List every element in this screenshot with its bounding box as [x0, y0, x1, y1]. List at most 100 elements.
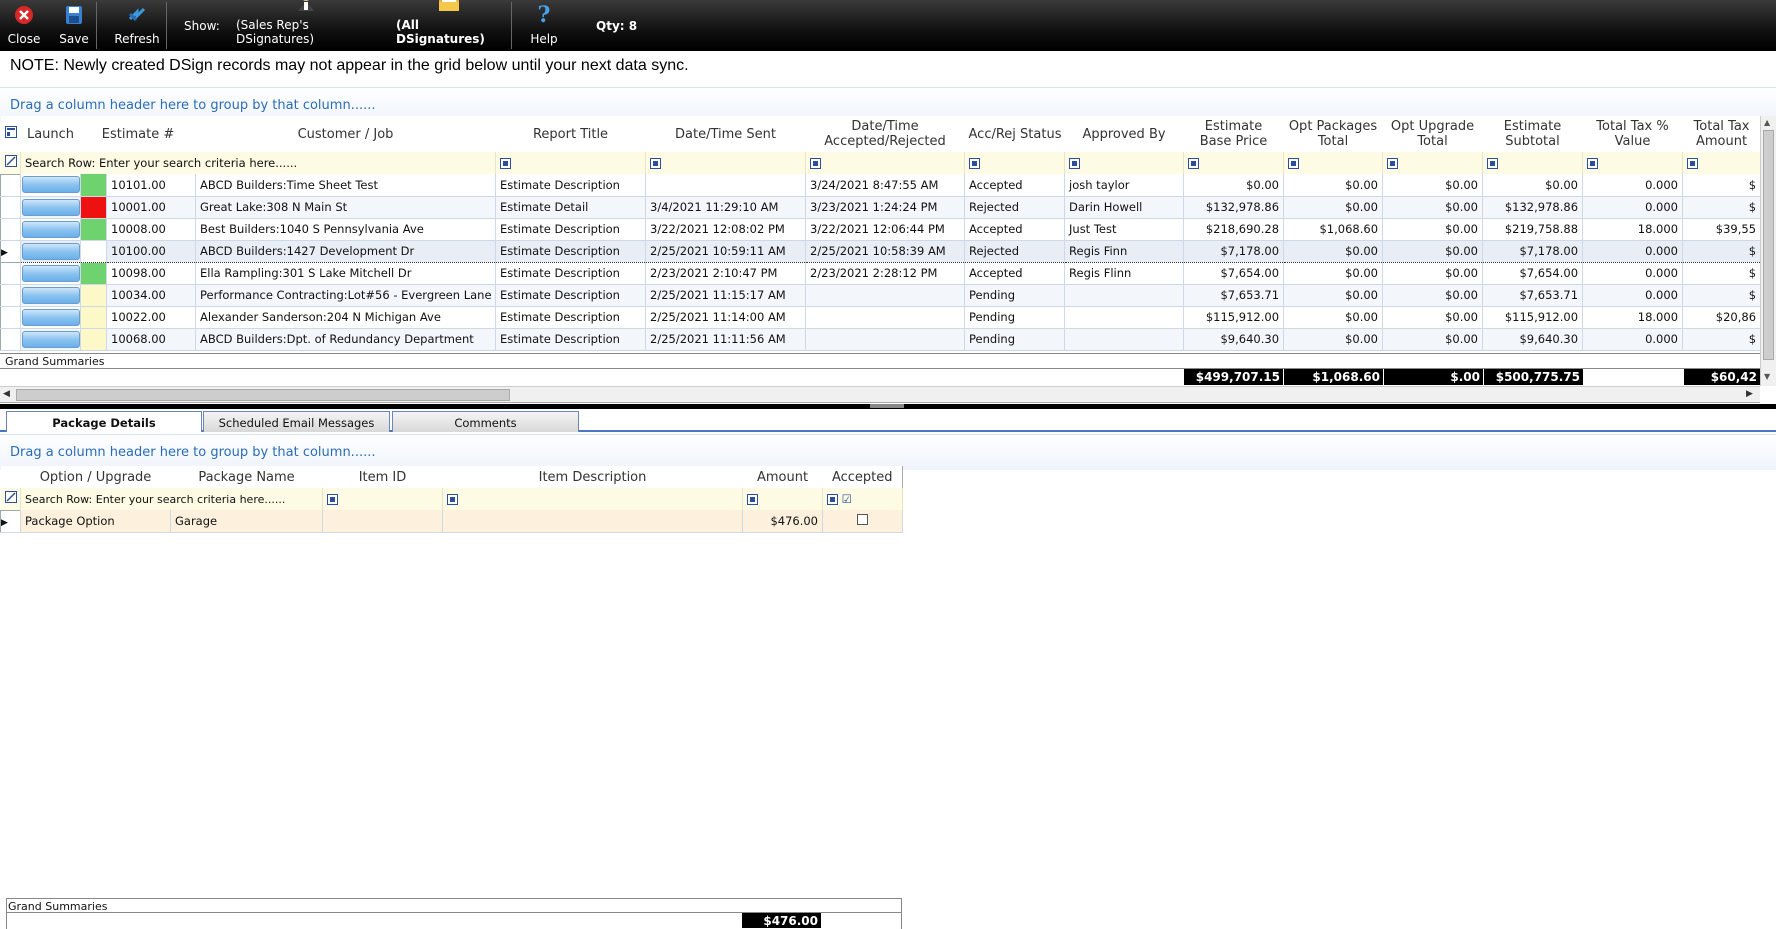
- scroll-thumb[interactable]: [1763, 130, 1774, 360]
- launch-button[interactable]: [21, 198, 80, 216]
- launch-cell[interactable]: [20, 196, 81, 219]
- search-filter-report-title[interactable]: [495, 152, 647, 174]
- filter-icon[interactable]: [827, 494, 838, 505]
- search-filter-base-price[interactable]: [1183, 152, 1285, 174]
- filter-icon[interactable]: [810, 158, 822, 169]
- launch-button[interactable]: [21, 330, 80, 348]
- launch-button[interactable]: [21, 220, 80, 238]
- header-subtotal[interactable]: Estimate Subtotal: [1482, 116, 1583, 152]
- launch-button[interactable]: [21, 308, 80, 326]
- header-launch[interactable]: Launch: [20, 116, 81, 152]
- header-option-upgrade[interactable]: Option / Upgrade: [20, 466, 171, 488]
- launch-cell[interactable]: [20, 262, 81, 285]
- filter-icon[interactable]: [1188, 158, 1200, 169]
- filter-icon[interactable]: [1387, 158, 1399, 169]
- table-row[interactable]: 10022.00 Alexander Sanderson:204 N Michig…: [0, 305, 1762, 329]
- row-selector[interactable]: [0, 195, 21, 219]
- customer-job[interactable]: Ella Rampling:301 S Lake Mitchell Dr: [195, 262, 497, 285]
- search-filter-subtotal[interactable]: [1482, 152, 1584, 174]
- search-icon[interactable]: [0, 152, 21, 174]
- splitter-grip-icon[interactable]: [870, 404, 904, 408]
- close-button[interactable]: Close: [6, 0, 42, 50]
- customer-job[interactable]: Great Lake:308 N Main St: [195, 196, 497, 219]
- header-item-description[interactable]: Item Description: [442, 466, 743, 488]
- refresh-button[interactable]: Refresh: [112, 0, 162, 50]
- search-filter-item-description[interactable]: [442, 488, 743, 510]
- scroll-down-icon[interactable]: ▼: [1764, 372, 1770, 381]
- row-selector[interactable]: [0, 305, 21, 329]
- header-date-sent[interactable]: Date/Time Sent: [645, 116, 806, 152]
- table-row[interactable]: 10068.00 ABCD Builders:Dpt. of Redundancy…: [0, 327, 1762, 351]
- customer-job[interactable]: ABCD Builders:Dpt. of Redundancy Departm…: [195, 328, 497, 351]
- header-package-name[interactable]: Package Name: [170, 466, 323, 488]
- search-filter-status[interactable]: [964, 152, 1066, 174]
- search-filter-date-accepted[interactable]: [805, 152, 966, 174]
- tab-scheduled-email-messages[interactable]: Scheduled Email Messages: [203, 411, 390, 432]
- launch-button[interactable]: [21, 286, 80, 304]
- table-row[interactable]: ▶ Package Option Garage $476.00: [0, 509, 903, 533]
- launch-button[interactable]: [21, 176, 80, 194]
- header-report-title[interactable]: Report Title: [495, 116, 646, 152]
- estimate-number[interactable]: 10100.00: [106, 239, 197, 263]
- table-row[interactable]: 10034.00 Performance Contracting:Lot#56 -…: [0, 283, 1762, 307]
- search-filter-amount[interactable]: [742, 488, 823, 510]
- filter-icon[interactable]: [1487, 158, 1499, 169]
- group-by-area-details[interactable]: Drag a column header here to group by th…: [0, 434, 1776, 470]
- customer-job[interactable]: Best Builders:1040 S Pennsylvania Ave: [195, 218, 497, 241]
- help-button[interactable]: ? Help: [526, 0, 562, 50]
- header-estimate-number[interactable]: Estimate #: [80, 116, 196, 152]
- filter-icon[interactable]: [1587, 158, 1599, 169]
- column-chooser-icon[interactable]: [0, 116, 21, 152]
- table-row[interactable]: 10098.00 Ella Rampling:301 S Lake Mitchel…: [0, 261, 1762, 285]
- header-approved-by[interactable]: Approved By: [1064, 116, 1184, 152]
- launch-button[interactable]: [21, 242, 80, 260]
- checkmark-icon[interactable]: ☑: [842, 492, 852, 506]
- vertical-scrollbar[interactable]: ▲ ▼: [1760, 116, 1776, 386]
- header-tax-pct[interactable]: Total Tax % Value: [1582, 116, 1683, 152]
- filter-icon[interactable]: [1069, 158, 1081, 169]
- header-tax-amount[interactable]: Total Tax Amount: [1682, 116, 1761, 152]
- header-opt-upgrade[interactable]: Opt Upgrade Total: [1382, 116, 1483, 152]
- filter-icon[interactable]: [1288, 158, 1300, 169]
- scroll-right-icon[interactable]: ▶: [1746, 389, 1753, 399]
- estimate-number[interactable]: 10034.00: [106, 284, 197, 307]
- accepted-checkbox-cell[interactable]: [822, 510, 903, 533]
- estimate-number[interactable]: 10001.00: [106, 196, 197, 219]
- scroll-up-icon[interactable]: ▲: [1764, 118, 1770, 127]
- filter-icon[interactable]: [447, 494, 458, 505]
- header-opt-packages[interactable]: Opt Packages Total: [1283, 116, 1383, 152]
- customer-job[interactable]: Alexander Sanderson:204 N Michigan Ave: [195, 306, 497, 329]
- search-hint[interactable]: Search Row: Enter your search criteria h…: [20, 152, 497, 174]
- sales-rep-filter-button[interactable]: (Sales Rep's DSignatures): [236, 0, 376, 50]
- row-selector[interactable]: [0, 173, 21, 197]
- launch-cell[interactable]: [20, 328, 81, 351]
- filter-icon[interactable]: [1687, 158, 1699, 169]
- header-customer-job[interactable]: Customer / Job: [195, 116, 496, 152]
- accepted-checkbox[interactable]: [857, 513, 868, 525]
- scroll-left-icon[interactable]: ◀: [3, 389, 10, 399]
- search-filter-opt-upgrade[interactable]: [1382, 152, 1484, 174]
- search-filter-opt-packages[interactable]: [1283, 152, 1384, 174]
- save-button[interactable]: Save: [58, 0, 90, 50]
- launch-cell[interactable]: [20, 306, 81, 329]
- estimate-number[interactable]: 10008.00: [106, 218, 197, 241]
- search-icon[interactable]: [0, 488, 21, 510]
- row-selector[interactable]: ▶: [0, 239, 21, 263]
- row-selector[interactable]: [0, 261, 21, 285]
- estimate-number[interactable]: 10022.00: [106, 306, 197, 329]
- search-filter-item-id[interactable]: [322, 488, 443, 510]
- horizontal-scrollbar[interactable]: ◀ ▶: [0, 386, 1760, 403]
- launch-cell[interactable]: [20, 174, 81, 197]
- tab-comments[interactable]: Comments: [392, 411, 579, 432]
- row-selector[interactable]: [0, 327, 21, 351]
- details-search-hint[interactable]: Search Row: Enter your search criteria h…: [20, 488, 323, 510]
- row-selector[interactable]: [0, 217, 21, 241]
- filter-icon[interactable]: [747, 494, 758, 505]
- search-filter-accepted[interactable]: ☑: [822, 488, 903, 510]
- row-selector[interactable]: ▶: [0, 509, 21, 533]
- header-accepted[interactable]: Accepted: [822, 466, 903, 488]
- estimate-number[interactable]: 10101.00: [106, 174, 197, 197]
- filter-icon[interactable]: [500, 158, 512, 169]
- header-status[interactable]: Acc/Rej Status: [964, 116, 1065, 152]
- filter-icon[interactable]: [650, 158, 662, 169]
